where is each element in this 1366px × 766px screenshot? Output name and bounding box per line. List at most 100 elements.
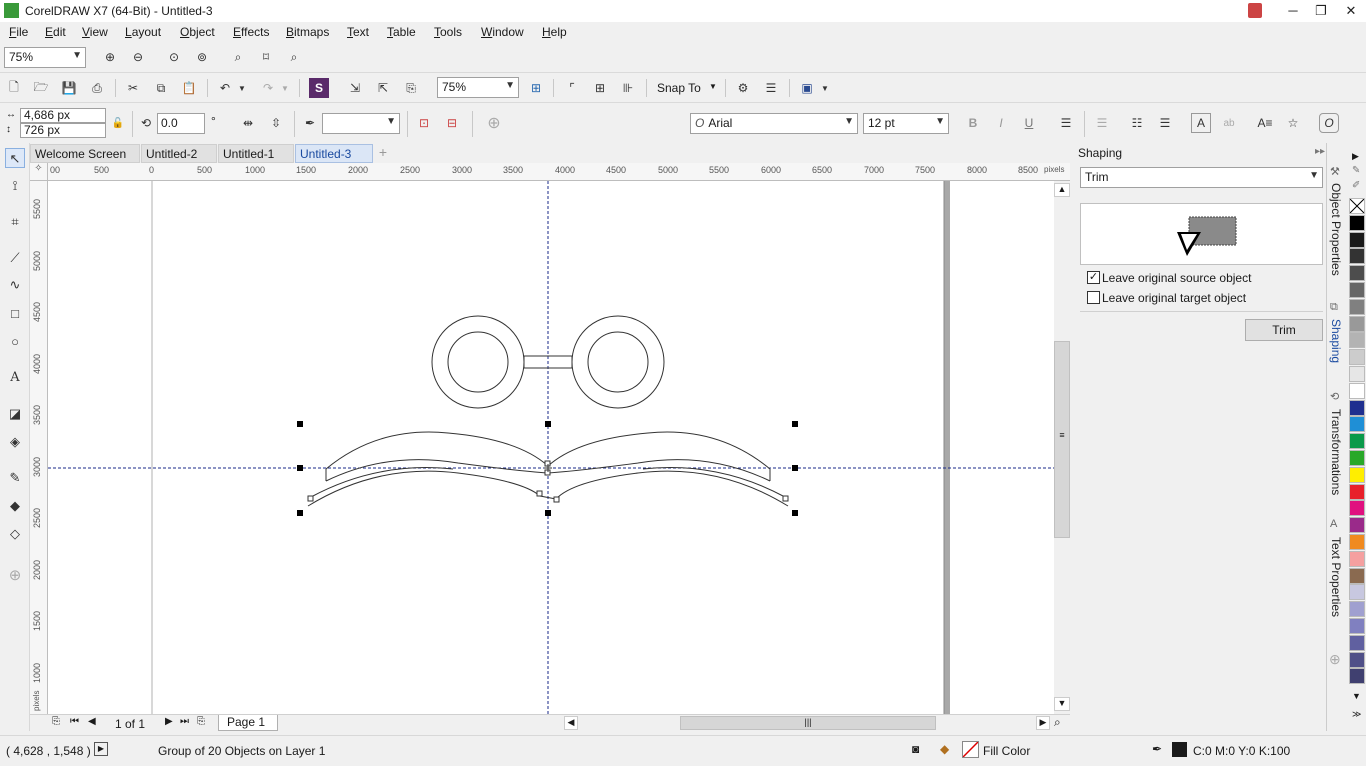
vertical-scroll-thumb[interactable]: ≡ [1054, 341, 1070, 538]
scroll-left-icon[interactable]: ◀ [564, 716, 578, 730]
italic-icon[interactable]: I [991, 113, 1011, 133]
menu-edit[interactable]: Edit [45, 25, 66, 39]
leave-source-checkbox[interactable]: ✓ [1087, 271, 1100, 284]
open-icon[interactable]: 🗁 [31, 78, 51, 98]
ellipse-tool-icon[interactable]: ○ [5, 332, 25, 352]
last-page-icon[interactable]: ⏭ [180, 716, 189, 727]
snap-to-label[interactable]: Snap To [657, 81, 701, 95]
docker-expand-icon[interactable]: ▸▸ [1315, 146, 1325, 157]
text-alignment-icon[interactable]: ☰ [1056, 113, 1076, 133]
palette-swatch[interactable] [1349, 248, 1365, 265]
outline-color-swatch[interactable] [1172, 742, 1187, 757]
menu-window[interactable]: Window [481, 25, 524, 39]
palette-swatch[interactable] [1349, 214, 1365, 231]
object-width-field[interactable]: 4,686 px [20, 108, 106, 123]
zoom-in-icon[interactable]: ⊕ [100, 47, 120, 67]
palette-swatch[interactable] [1349, 601, 1365, 618]
smart-fill-tool-icon[interactable]: ◇ [5, 524, 25, 544]
palette-swatch-none[interactable] [1349, 198, 1365, 214]
menu-bitmaps[interactable]: Bitmaps [286, 25, 329, 39]
font-size-combo[interactable]: 12 pt ▼ [863, 113, 949, 134]
snap-to-dropdown-icon[interactable]: ▼ [709, 82, 717, 91]
ruler-origin-icon[interactable]: ✧ [30, 163, 48, 181]
copy-icon[interactable]: ⧉ [151, 78, 171, 98]
export-icon[interactable]: ⇱ [373, 78, 393, 98]
menu-help[interactable]: Help [542, 25, 567, 39]
drop-shadow-tool-icon[interactable]: ◪ [5, 404, 25, 424]
new-document-icon[interactable]: 🗋 [4, 78, 24, 98]
palette-swatch[interactable] [1349, 433, 1365, 450]
text-tool-icon[interactable]: A [5, 368, 25, 388]
mirror-horizontal-icon[interactable]: ⇹ [238, 113, 258, 133]
menu-file[interactable]: File [9, 25, 28, 39]
palette-swatch[interactable] [1349, 550, 1365, 567]
zoom-page-icon[interactable]: ⌕ [228, 47, 248, 67]
palette-color-picker-icon[interactable]: ✐ [1352, 180, 1360, 191]
quick-customize-icon[interactable]: ⊕ [484, 113, 504, 133]
crop-tool-icon[interactable]: ⌗ [5, 212, 25, 232]
save-icon[interactable]: 💾 [59, 78, 79, 98]
zoom-selected-icon[interactable]: ⊙ [164, 47, 184, 67]
palette-swatch[interactable] [1349, 416, 1365, 433]
palette-swatch[interactable] [1349, 483, 1365, 500]
tab-transformations[interactable]: Transformations [1329, 409, 1343, 495]
page-tab[interactable]: Page 1 [218, 715, 278, 731]
tab-untitled-1[interactable]: Untitled-1 [218, 144, 294, 163]
ungroup-icon[interactable]: ⊡ [414, 113, 434, 133]
zoom-out-icon[interactable]: ⊖ [128, 47, 148, 67]
ungroup-all-icon[interactable]: ⊟ [442, 113, 462, 133]
palette-swatch[interactable] [1349, 634, 1365, 651]
vertical-ruler[interactable]: 5500 5000 4500 4000 3500 3000 2500 2000 … [30, 181, 48, 714]
zoom-page-width-icon[interactable]: ⌑ [256, 47, 276, 67]
menu-text[interactable]: Text [347, 25, 369, 39]
first-page-icon[interactable]: ⏮ [70, 716, 79, 727]
welcome-screen-icon[interactable]: ▣ [797, 78, 817, 98]
scroll-down-icon[interactable]: ▼ [1054, 697, 1070, 711]
undo-dropdown-icon[interactable]: ▼ [236, 78, 248, 98]
search-content-icon[interactable]: S [309, 78, 329, 98]
tab-text-properties[interactable]: Text Properties [1329, 537, 1343, 617]
add-docker-icon[interactable]: ⊕ [1329, 651, 1341, 668]
palette-swatch[interactable] [1349, 298, 1365, 315]
palette-swatch[interactable] [1349, 282, 1365, 298]
palette-swatch[interactable] [1349, 399, 1365, 416]
publish-pdf-icon[interactable]: ⎘ [401, 78, 421, 98]
font-list-combo[interactable]: O Arial ▼ [690, 113, 858, 134]
trim-button[interactable]: Trim [1245, 319, 1323, 341]
outline-width-combo[interactable]: ▼ [322, 113, 400, 134]
show-grid-icon[interactable]: ⊞ [590, 78, 610, 98]
bullet-list-icon[interactable]: ☷ [1127, 113, 1147, 133]
palette-swatch[interactable] [1349, 466, 1365, 483]
eyedropper-tool-icon[interactable]: ✎ [5, 468, 25, 488]
maximize-button[interactable]: ❐ [1306, 0, 1336, 22]
palette-swatch[interactable] [1349, 332, 1365, 349]
leave-target-checkbox[interactable] [1087, 291, 1100, 304]
palette-swatch[interactable] [1349, 366, 1365, 382]
color-proof-icon[interactable]: ◙ [912, 742, 919, 756]
redo-dropdown-icon[interactable]: ▼ [279, 78, 291, 98]
palette-expand-icon[interactable]: ≫ [1352, 709, 1361, 720]
menu-object[interactable]: Object [180, 25, 215, 39]
shaping-mode-combo[interactable]: Trim ▼ [1080, 167, 1323, 188]
drawing-svg[interactable] [48, 181, 1054, 714]
artistic-media-tool-icon[interactable]: ∿ [5, 275, 25, 295]
scroll-up-icon[interactable]: ▲ [1054, 183, 1070, 197]
opentype-icon[interactable]: O [1319, 113, 1339, 133]
vertical-scrollbar[interactable]: ▲ ≡ ▼ [1054, 181, 1070, 714]
paste-icon[interactable]: 📋 [179, 78, 199, 98]
palette-swatch[interactable] [1349, 517, 1365, 534]
object-height-field[interactable]: 726 px [20, 123, 106, 138]
tab-shaping[interactable]: Shaping [1329, 319, 1343, 363]
application-launcher-icon[interactable]: ☰ [761, 78, 781, 98]
mirror-vertical-icon[interactable]: ⇳ [266, 113, 286, 133]
palette-swatch[interactable] [1349, 500, 1365, 517]
rotation-angle-field[interactable]: 0.0 [157, 113, 205, 134]
horizontal-ruler[interactable]: 00 500 0 500 1000 1500 2000 2500 3000 35… [48, 163, 1070, 181]
standard-zoom-combo[interactable]: 75% ▼ [437, 77, 519, 98]
edit-text-icon[interactable]: ab [1219, 113, 1239, 133]
previous-page-icon[interactable]: ◀ [88, 716, 96, 727]
favorites-star-icon[interactable]: ☆ [1283, 113, 1303, 133]
show-guidelines-icon[interactable]: ⊪ [618, 78, 638, 98]
lock-ratio-icon[interactable]: 🔓 [108, 113, 128, 133]
palette-swatch[interactable] [1349, 450, 1365, 466]
